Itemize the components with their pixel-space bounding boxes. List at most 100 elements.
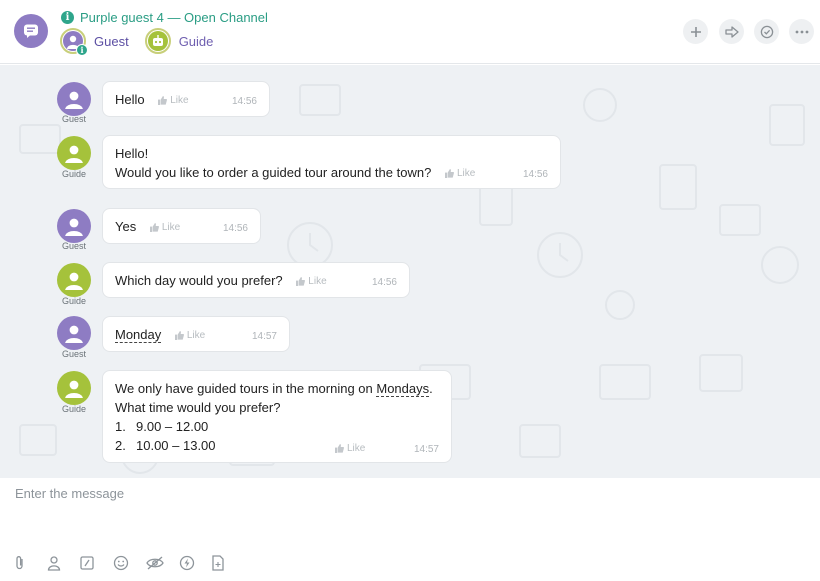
- message-bubble[interactable]: Hello! Would you like to order a guided …: [102, 135, 561, 189]
- channel-title-row: i Purple guest 4 — Open Channel: [61, 10, 268, 25]
- person-icon: [47, 556, 61, 571]
- chat-bubble-icon: [14, 14, 48, 48]
- message-keyword: Mondays: [376, 381, 430, 397]
- message-bubble[interactable]: Hello Like 14:56: [102, 81, 270, 117]
- user-icon: [65, 325, 83, 343]
- option-text: 10.00 – 13.00: [136, 438, 216, 453]
- lightning-icon: [179, 555, 195, 571]
- message-time: 14:56: [371, 277, 397, 288]
- hidden-eye-icon: [146, 556, 164, 570]
- user-icon: [65, 218, 83, 236]
- like-label: Like: [161, 222, 181, 234]
- user-icon: [65, 380, 83, 398]
- message-time: 14:56: [231, 96, 257, 107]
- template-button[interactable]: [212, 554, 245, 572]
- info-badge-icon: i: [76, 44, 88, 56]
- like-label: Like: [170, 95, 189, 107]
- like-label: Like: [308, 276, 327, 288]
- message-time: 14:57: [413, 444, 439, 455]
- message-time: 14:56: [222, 223, 248, 234]
- thumbs-up-icon: [174, 331, 184, 341]
- message-text: Hello!: [115, 146, 149, 161]
- list-item: 1. 9.00 – 12.00: [115, 417, 439, 436]
- message-bubble[interactable]: Which day would you prefer? Like 14:56: [102, 262, 410, 298]
- participant-guide-name[interactable]: Guide: [179, 34, 214, 49]
- thumbs-up-icon: [444, 169, 454, 179]
- like-label: Like: [186, 330, 206, 342]
- like-button[interactable]: Like: [174, 326, 206, 345]
- user-icon: [65, 272, 83, 290]
- user-icon: [65, 145, 83, 163]
- author-label: Guide: [61, 296, 87, 306]
- thumbs-up-icon: [149, 223, 159, 233]
- thumbs-up-icon: [158, 96, 168, 106]
- participant-guest-name[interactable]: Guest: [94, 34, 129, 49]
- guest-avatar[interactable]: i: [60, 28, 88, 56]
- message-text: What time would you prefer?: [115, 400, 281, 415]
- check-circle-icon: [760, 25, 773, 38]
- message-text: Monday: [115, 327, 162, 343]
- author-label: Guest: [61, 241, 86, 251]
- guide-avatar[interactable]: [144, 28, 171, 54]
- like-label: Like: [456, 168, 476, 180]
- author-label: Guest: [61, 349, 86, 359]
- message-bubble[interactable]: Monday Like 14:57: [102, 316, 290, 352]
- message-text: Would you like to order a guided tour ar…: [115, 165, 432, 180]
- participants-list: i Guest Guide: [60, 28, 229, 56]
- message-bubble[interactable]: Yes Like 14:56: [102, 208, 261, 244]
- guest-avatar[interactable]: [57, 209, 91, 243]
- message-text: We only have guided tours in the morning…: [115, 381, 377, 396]
- info-icon[interactable]: i: [61, 11, 74, 24]
- template-icon: [212, 555, 224, 571]
- attach-button[interactable]: [14, 554, 47, 572]
- message-input[interactable]: Enter the message: [15, 486, 124, 501]
- thumbs-up-icon: [335, 444, 344, 453]
- list-item: 2. 10.00 – 13.00: [115, 436, 439, 455]
- message-text: Hello: [115, 92, 145, 107]
- option-text: 9.00 – 12.00: [136, 419, 209, 434]
- guest-avatar[interactable]: [57, 82, 91, 116]
- hidden-message-button[interactable]: [146, 554, 179, 572]
- thumbs-up-icon: [296, 277, 306, 287]
- chat-header: i Purple guest 4 — Open Channel i Guest …: [0, 0, 820, 64]
- like-button[interactable]: Like: [158, 91, 189, 110]
- list-number: 2.: [115, 438, 126, 453]
- channel-title[interactable]: Purple guest 4 — Open Channel: [80, 10, 268, 25]
- plus-icon: [690, 26, 701, 37]
- author-label: Guest: [61, 114, 86, 124]
- quick-reply-button[interactable]: [80, 554, 113, 572]
- contact-button[interactable]: [47, 554, 80, 572]
- forward-icon: [724, 25, 739, 38]
- smile-icon: [113, 555, 129, 571]
- guide-avatar[interactable]: [57, 263, 91, 297]
- like-button[interactable]: Like: [444, 164, 476, 183]
- guide-avatar[interactable]: [57, 371, 91, 405]
- paperclip-icon: [16, 556, 23, 570]
- message-text: Which day would you prefer?: [115, 273, 283, 288]
- message-text: .: [429, 381, 433, 396]
- like-label: Like: [347, 443, 366, 454]
- like-button[interactable]: Like: [149, 218, 181, 237]
- message-time: 14:56: [522, 169, 548, 180]
- emoji-button[interactable]: [113, 554, 146, 572]
- like-button[interactable]: Like: [335, 439, 365, 458]
- user-icon: [65, 91, 83, 109]
- list-number: 1.: [115, 419, 126, 434]
- more-button[interactable]: [789, 19, 814, 44]
- author-label: Guide: [61, 404, 87, 414]
- author-label: Guide: [61, 169, 87, 179]
- forward-button[interactable]: [719, 19, 744, 44]
- quick-reply-icon: [80, 556, 94, 570]
- composer-toolbar: [14, 554, 245, 572]
- more-icon: [795, 30, 808, 33]
- add-button[interactable]: [683, 19, 708, 44]
- like-button[interactable]: Like: [296, 272, 327, 291]
- message-time: 14:57: [251, 331, 277, 342]
- close-chat-button[interactable]: [754, 19, 779, 44]
- message-bubble[interactable]: We only have guided tours in the morning…: [102, 370, 452, 463]
- guest-avatar[interactable]: [57, 316, 91, 350]
- automation-button[interactable]: [179, 554, 212, 572]
- message-list[interactable]: Guest Hello Like 14:56 Guide Hello! Woul…: [0, 65, 820, 478]
- message-text: Yes: [115, 219, 137, 234]
- guide-avatar[interactable]: [57, 136, 91, 170]
